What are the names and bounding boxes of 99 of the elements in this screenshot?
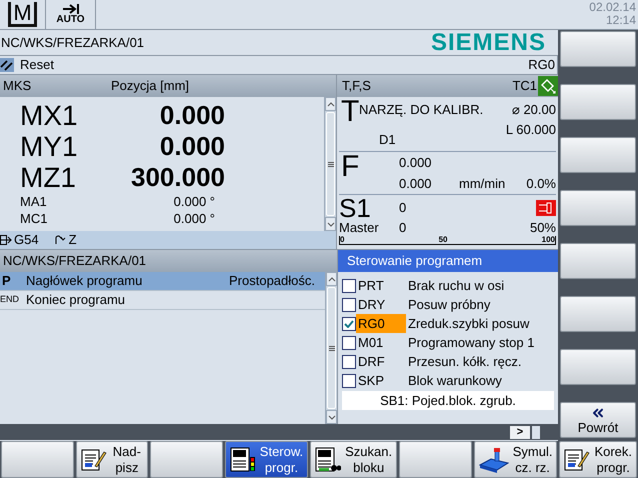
nc-traffic-light-icon [230,446,256,472]
softkey[interactable] [560,31,636,67]
spindle-stopped-icon [536,200,556,216]
dialog-title: Sterowanie programem [347,252,482,270]
program-title: NC/WKS/FREZARKA/01 [3,252,146,270]
tool-diameter: ⌀ 20.00 [512,101,556,119]
feed-value: 0.000 [399,154,433,172]
axis-name: MY1 [19,130,79,164]
softkey[interactable]: Sterow. progr. [224,441,308,478]
program-block[interactable]: END Koniec programu [0,291,325,310]
next-page-button[interactable]: > [510,426,530,438]
notepad-pencil-icon [564,448,590,472]
checkbox[interactable] [342,298,356,312]
option-label: Programowany stop 1 [407,334,534,352]
page-indicator [532,426,540,438]
rotation-axis: Z [68,231,77,250]
channel-path: NC/WKS/FREZARKA/01 [1,34,144,52]
option-code[interactable]: PRT [356,276,406,295]
nc-binoculars-icon [315,446,342,472]
back-softkey[interactable]: Powrót [560,402,636,438]
machine-table-icon [478,446,509,472]
axis-position: 0.000 [158,99,225,132]
channel-status: Reset [20,56,55,74]
feed-override: 0.0% [526,174,556,193]
softkey[interactable] [560,137,636,173]
softkey[interactable]: Korek. progr. [559,441,638,478]
option-code[interactable]: RG0 [356,314,406,333]
siemens-logo: SIEMENS [430,30,546,54]
feed-unit: mm/min [459,174,506,193]
axis-name: MX1 [19,98,79,132]
checkbox[interactable] [342,354,356,368]
tool-letter: T [340,97,359,130]
axis-name: MA1 [19,192,48,211]
scroll-down-icon[interactable] [326,222,334,226]
date-text: 02.02.14 [589,1,636,14]
option-code[interactable]: DRF [356,352,406,371]
cutting-edge: D1 [378,130,396,148]
time-text: 12:14 [606,14,636,27]
option-label: Blok warunkowy [407,372,502,390]
spindle-override: 50% [530,219,556,236]
checkmark-icon [344,320,354,328]
feed-letter: F [340,152,360,185]
scrollbar[interactable] [325,272,337,424]
scrollbar[interactable] [324,97,336,231]
rotation-arrow-icon [54,235,67,245]
axis-position: 0.000 ° [172,210,215,228]
checkbox[interactable] [342,336,356,350]
checkbox[interactable] [342,278,356,292]
hatched-slash-icon [0,58,14,72]
softkey[interactable]: Nad- pisz [76,441,148,478]
softkey[interactable] [399,441,472,478]
axis-position: 0.000 [158,130,225,163]
arrow-into-bar-icon [62,4,80,14]
axis-position: 0.000 ° [172,192,215,211]
panel-title: T,F,S [342,77,372,96]
spindle-label: S1 [339,195,372,221]
scroll-up-icon[interactable] [328,276,336,282]
feed-value: 0.000 [399,174,433,193]
auto-mode-button[interactable]: AUTO [46,0,96,29]
softkey[interactable]: Symul. cz. rz. [474,441,558,478]
notepad-pencil-icon [80,448,107,472]
axis-name: MC1 [19,210,48,228]
spindle-scale: 0 50 100 [339,236,556,245]
option-code[interactable]: M01 [356,333,406,352]
softkey[interactable] [560,84,636,120]
softkey[interactable] [1,441,74,478]
checkbox[interactable] [342,374,356,388]
single-block-mode: SB1: Pojed.blok. zgrub. [342,391,554,410]
softkey[interactable] [560,190,636,226]
option-code[interactable]: SKP [356,371,406,390]
tool-name: NARZĘ. DO KALIBR. [359,101,484,119]
frame-offset-icon [0,235,12,245]
softkey[interactable]: Szukan. bloku [310,441,398,478]
master-label: Master [339,219,380,236]
scroll-down-icon[interactable] [328,414,336,420]
program-block[interactable]: P Nagłówek programu Prostopadłośc. [0,272,325,291]
column-header: MKS [2,77,32,96]
work-offset: G54 [14,231,39,250]
softkey[interactable] [150,441,223,478]
option-label: Zreduk.szybki posuw [407,314,530,333]
option-label: Przesun. kółk. ręcz. [407,352,522,371]
master-speed: 0 [399,219,408,238]
column-header: Pozycja [mm] [111,77,190,96]
axis-name: MZ1 [19,160,77,194]
tool-length: L 60.000 [506,120,556,138]
grip-icon[interactable] [328,162,334,166]
checkbox[interactable] [342,316,356,330]
option-code[interactable]: DRY [356,295,406,314]
tool-change-label: TC1 [512,77,537,96]
softkey[interactable] [560,349,636,385]
softkey[interactable] [560,243,636,279]
grip-icon[interactable] [328,346,334,350]
option-label: Posuw próbny [407,296,490,314]
spindle-speed: 0 [399,199,408,218]
softkey[interactable] [560,296,636,332]
scroll-up-icon[interactable] [326,102,334,106]
option-label: Brak ruchu w osi [407,276,504,295]
axis-position: 300.000 [130,161,225,194]
tool-tag-icon [538,76,558,96]
